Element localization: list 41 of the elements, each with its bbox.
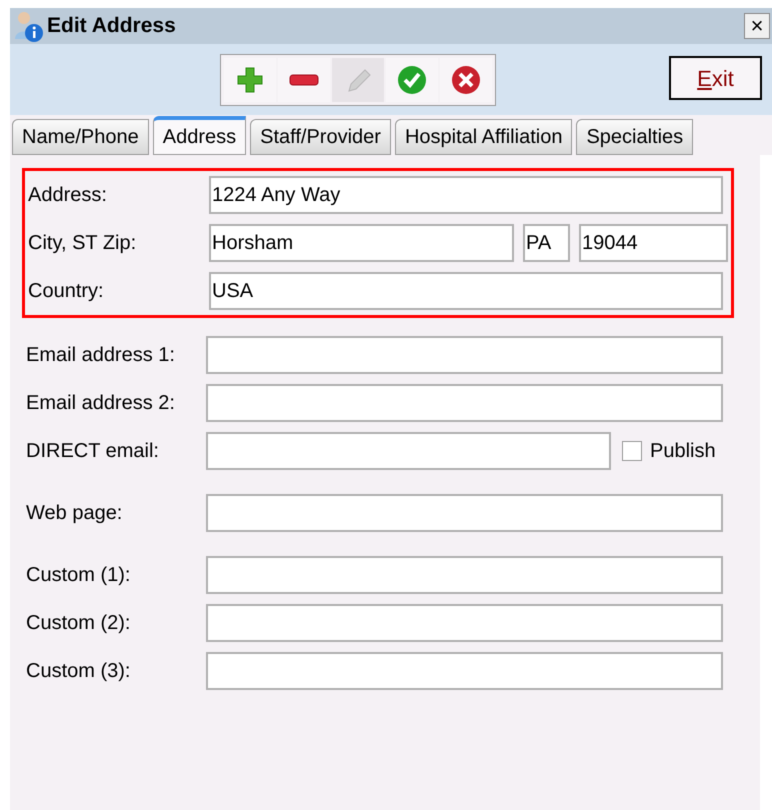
text-field[interactable]: USA <box>209 272 723 310</box>
field-label: City, ST Zip: <box>28 231 138 256</box>
tab[interactable]: Specialties <box>576 119 694 155</box>
ok-button[interactable] <box>386 58 438 102</box>
tab[interactable]: Name/Phone <box>12 119 149 155</box>
doctor-info-icon <box>12 9 46 43</box>
field-label: Email address 1: <box>26 343 176 368</box>
text-field[interactable]: Horsham <box>209 224 514 262</box>
field-label: Custom (2): <box>26 611 132 636</box>
tab[interactable]: Address <box>152 116 246 155</box>
checkbox[interactable] <box>622 441 642 461</box>
text-field[interactable] <box>206 336 723 374</box>
minus-icon <box>289 72 319 86</box>
text-field[interactable] <box>206 604 723 642</box>
close-button[interactable]: × <box>744 13 770 39</box>
remove-button[interactable] <box>278 58 330 102</box>
tab[interactable]: Staff/Provider <box>250 119 391 155</box>
exit-button[interactable]: Exit <box>669 56 762 100</box>
field-label: Email address 2: <box>26 391 176 416</box>
field-label: Country: <box>28 279 105 304</box>
field-label: Custom (1): <box>26 563 132 588</box>
text-field[interactable] <box>206 556 723 594</box>
text-field[interactable] <box>206 432 611 470</box>
field-label: Custom (3): <box>26 659 132 684</box>
tab[interactable]: Hospital Affiliation <box>394 119 572 155</box>
cancel-button[interactable] <box>440 58 492 102</box>
checkmark-icon <box>397 64 427 94</box>
text-field[interactable]: 1224 Any Way <box>209 176 723 214</box>
plus-icon <box>235 64 265 94</box>
field-label: Web page: <box>26 501 124 526</box>
cancel-icon <box>451 64 481 94</box>
text-field[interactable] <box>206 494 723 532</box>
field-label: DIRECT email: <box>26 439 160 464</box>
text-field[interactable] <box>206 652 723 690</box>
text-field[interactable] <box>206 384 723 422</box>
add-button[interactable] <box>224 58 276 102</box>
checkbox-label: Publish <box>650 439 716 464</box>
field-label: Address: <box>28 183 108 208</box>
text-field[interactable]: 19044 <box>579 224 728 262</box>
text-field[interactable]: PA <box>523 224 570 262</box>
window-title: Edit Address <box>47 13 176 40</box>
